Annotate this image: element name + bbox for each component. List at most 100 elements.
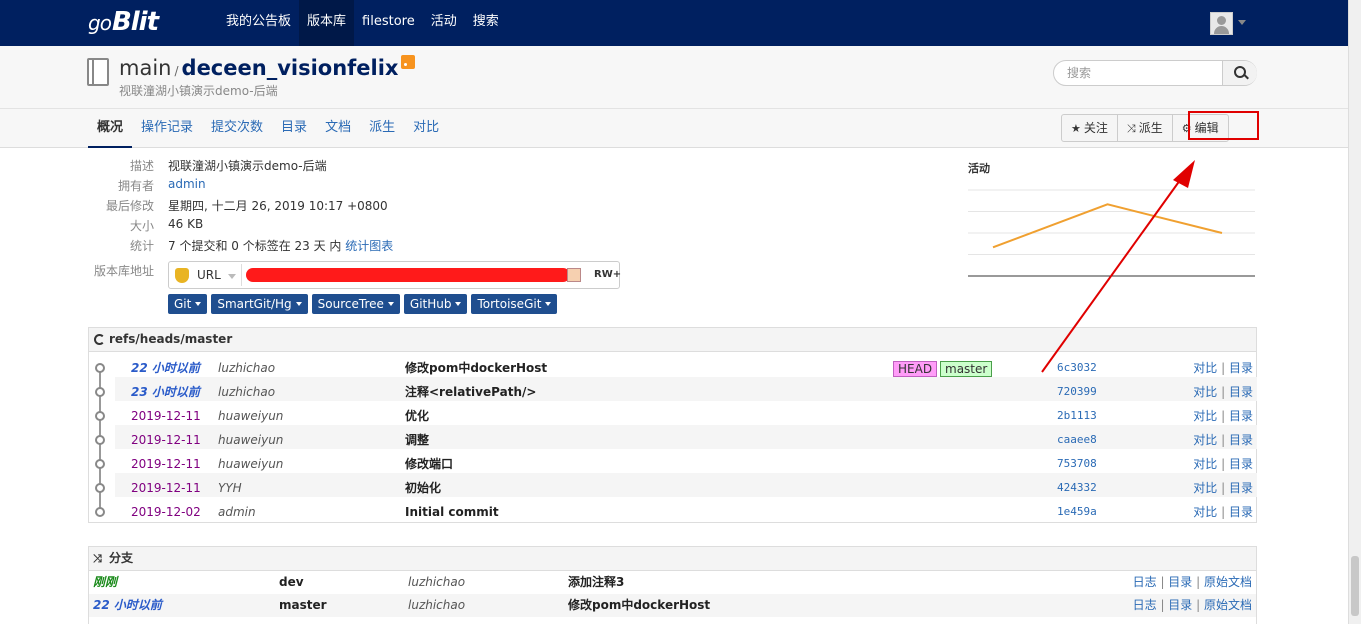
- commit-sha-link[interactable]: 424332: [1057, 476, 1097, 500]
- shuffle-icon: ⤨: [1126, 122, 1136, 135]
- smartgit-menu-button[interactable]: SmartGit/Hg: [211, 294, 308, 314]
- last-modified-label: 最后修改: [105, 199, 154, 213]
- commit-log-header: refs/heads/master: [89, 328, 1256, 352]
- nav-repositories[interactable]: 版本库: [299, 0, 355, 46]
- fork-button[interactable]: ⤨ 派生: [1118, 115, 1173, 141]
- commit-message-link[interactable]: 修改端口: [405, 452, 453, 476]
- branch-message-link[interactable]: 添加注释3: [568, 571, 624, 594]
- branch-links: 日志 | 目录 | 原始文档: [1132, 598, 1252, 612]
- commit-sha-link[interactable]: 2b1113: [1057, 404, 1097, 428]
- head-ref-badge[interactable]: HEAD: [893, 361, 938, 377]
- tree-link[interactable]: 目录: [1229, 385, 1253, 399]
- refresh-icon: [94, 334, 105, 345]
- tab-tree[interactable]: 目录: [272, 109, 316, 148]
- tree-link[interactable]: 目录: [1229, 481, 1253, 495]
- raw-docs-link[interactable]: 原始文档: [1204, 598, 1252, 612]
- gitblit-logo[interactable]: goBlit: [88, 7, 159, 37]
- commit-row[interactable]: 2019-12-11 huaweiyun 修改端口 753708 对比 | 目录: [129, 452, 1257, 476]
- commit-links: 对比 | 目录: [1193, 481, 1253, 495]
- commit-message-link[interactable]: 初始化: [405, 476, 441, 500]
- scrollbar-thumb[interactable]: [1351, 556, 1359, 616]
- compare-link[interactable]: 对比: [1193, 505, 1217, 519]
- tree-link[interactable]: 目录: [1229, 505, 1253, 519]
- commit-node: [95, 507, 105, 517]
- user-avatar[interactable]: [1210, 12, 1233, 35]
- compare-link[interactable]: 对比: [1193, 457, 1217, 471]
- url-protocol-select[interactable]: URL: [197, 268, 221, 282]
- commit-sha-link[interactable]: 720399: [1057, 380, 1097, 404]
- branch-row[interactable]: 22 小时以前 master luzhichao 修改pom中dockerHos…: [89, 594, 1256, 617]
- commit-author: luzhichao: [218, 361, 276, 375]
- compare-link[interactable]: 对比: [1193, 433, 1217, 447]
- commit-row[interactable]: 2019-12-11 huaweiyun 调整 caaee8 对比 | 目录: [129, 428, 1257, 452]
- branch-name-link[interactable]: dev: [279, 571, 304, 594]
- size-value: 46 KB: [168, 217, 204, 231]
- tab-docs[interactable]: 文档: [316, 109, 360, 148]
- vertical-scrollbar[interactable]: [1348, 0, 1361, 624]
- commit-date: 2019-12-11: [131, 481, 201, 495]
- tree-link[interactable]: 目录: [1229, 457, 1253, 471]
- commit-message-link[interactable]: Initial commit: [405, 500, 499, 524]
- tab-compare[interactable]: 对比: [404, 109, 448, 148]
- project-link[interactable]: main: [119, 56, 171, 80]
- commit-row[interactable]: 2019-12-02 admin Initial commit 1e459a 对…: [129, 500, 1257, 524]
- commit-sha-link[interactable]: 1e459a: [1057, 500, 1097, 524]
- path-separator: /: [174, 64, 179, 78]
- github-menu-button[interactable]: GitHub: [403, 294, 468, 314]
- chevron-down-icon[interactable]: [228, 274, 236, 279]
- git-menu-button[interactable]: Git: [168, 294, 208, 314]
- compare-link[interactable]: 对比: [1193, 385, 1217, 399]
- nav-dashboard[interactable]: 我的公告板: [218, 0, 299, 46]
- tree-link[interactable]: 目录: [1229, 409, 1253, 423]
- stats-chart-link[interactable]: 统计图表: [345, 239, 393, 253]
- tool-label: SourceTree: [317, 297, 384, 311]
- compare-link[interactable]: 对比: [1193, 481, 1217, 495]
- branch-ref-badge[interactable]: master: [940, 361, 993, 377]
- branch-name-link[interactable]: master: [279, 594, 327, 617]
- commit-row[interactable]: 23 小时以前 luzhichao 注释<relativePath/> 7203…: [129, 380, 1257, 404]
- chevron-down-icon[interactable]: [1238, 20, 1246, 25]
- raw-docs-link[interactable]: 原始文档: [1204, 575, 1252, 589]
- commit-row[interactable]: 2019-12-11 YYH 初始化 424332 对比 | 目录: [129, 476, 1257, 500]
- compare-link[interactable]: 对比: [1193, 361, 1217, 375]
- repo-name-link[interactable]: deceen_visionfelix: [182, 56, 399, 80]
- owner-link[interactable]: admin: [168, 177, 206, 191]
- commit-message-link[interactable]: 注释<relativePath/>: [405, 380, 536, 404]
- commit-sha-link[interactable]: caaee8: [1057, 428, 1097, 452]
- commit-message-link[interactable]: 调整: [405, 428, 429, 452]
- branch-message-link[interactable]: 修改pom中dockerHost: [568, 594, 710, 617]
- clone-url-field[interactable]: [241, 264, 585, 286]
- tree-link[interactable]: 目录: [1168, 575, 1192, 589]
- branches-panel: ⤨ 分支 刚刚 dev luzhichao 添加注释3 日志 | 目录 | 原始…: [88, 546, 1257, 624]
- commit-message-link[interactable]: 优化: [405, 404, 429, 428]
- copy-icon[interactable]: [567, 268, 581, 282]
- tree-link[interactable]: 目录: [1229, 361, 1253, 375]
- commit-row[interactable]: 22 小时以前 luzhichao 修改pom中dockerHost HEAD …: [129, 356, 1257, 380]
- log-link[interactable]: 日志: [1133, 598, 1157, 612]
- nav-filestore[interactable]: filestore: [354, 0, 423, 46]
- tab-forks[interactable]: 派生: [360, 109, 404, 148]
- tab-summary[interactable]: 概况: [88, 109, 133, 148]
- tab-reflog[interactable]: 操作记录: [132, 109, 202, 148]
- nav-search[interactable]: 搜索: [465, 0, 507, 46]
- commit-message-link[interactable]: 修改pom中dockerHost: [405, 356, 547, 380]
- tree-link[interactable]: 目录: [1229, 433, 1253, 447]
- nav-activity[interactable]: 活动: [423, 0, 465, 46]
- commit-row[interactable]: 2019-12-11 huaweiyun 优化 2b1113 对比 | 目录: [129, 404, 1257, 428]
- tab-commits[interactable]: 提交次数: [202, 109, 272, 148]
- log-link[interactable]: 日志: [1133, 575, 1157, 589]
- fork-label: 派生: [1138, 121, 1163, 135]
- watch-button[interactable]: ★ 关注: [1062, 115, 1118, 141]
- commit-sha-link[interactable]: 6c3032: [1057, 356, 1097, 380]
- search-input[interactable]: [1055, 62, 1221, 84]
- sourcetree-menu-button[interactable]: SourceTree: [311, 294, 400, 314]
- branch-row[interactable]: 刚刚 dev luzhichao 添加注释3 日志 | 目录 | 原始文档: [89, 571, 1256, 594]
- rss-icon[interactable]: [401, 55, 416, 69]
- search-icon[interactable]: [1222, 61, 1257, 85]
- branch-author: luzhichao: [408, 598, 466, 612]
- tortoisegit-menu-button[interactable]: TortoiseGit: [471, 294, 558, 314]
- tree-link[interactable]: 目录: [1168, 598, 1192, 612]
- compare-link[interactable]: 对比: [1193, 409, 1217, 423]
- commit-sha-link[interactable]: 753708: [1057, 452, 1097, 476]
- commit-links: 对比 | 目录: [1193, 385, 1253, 399]
